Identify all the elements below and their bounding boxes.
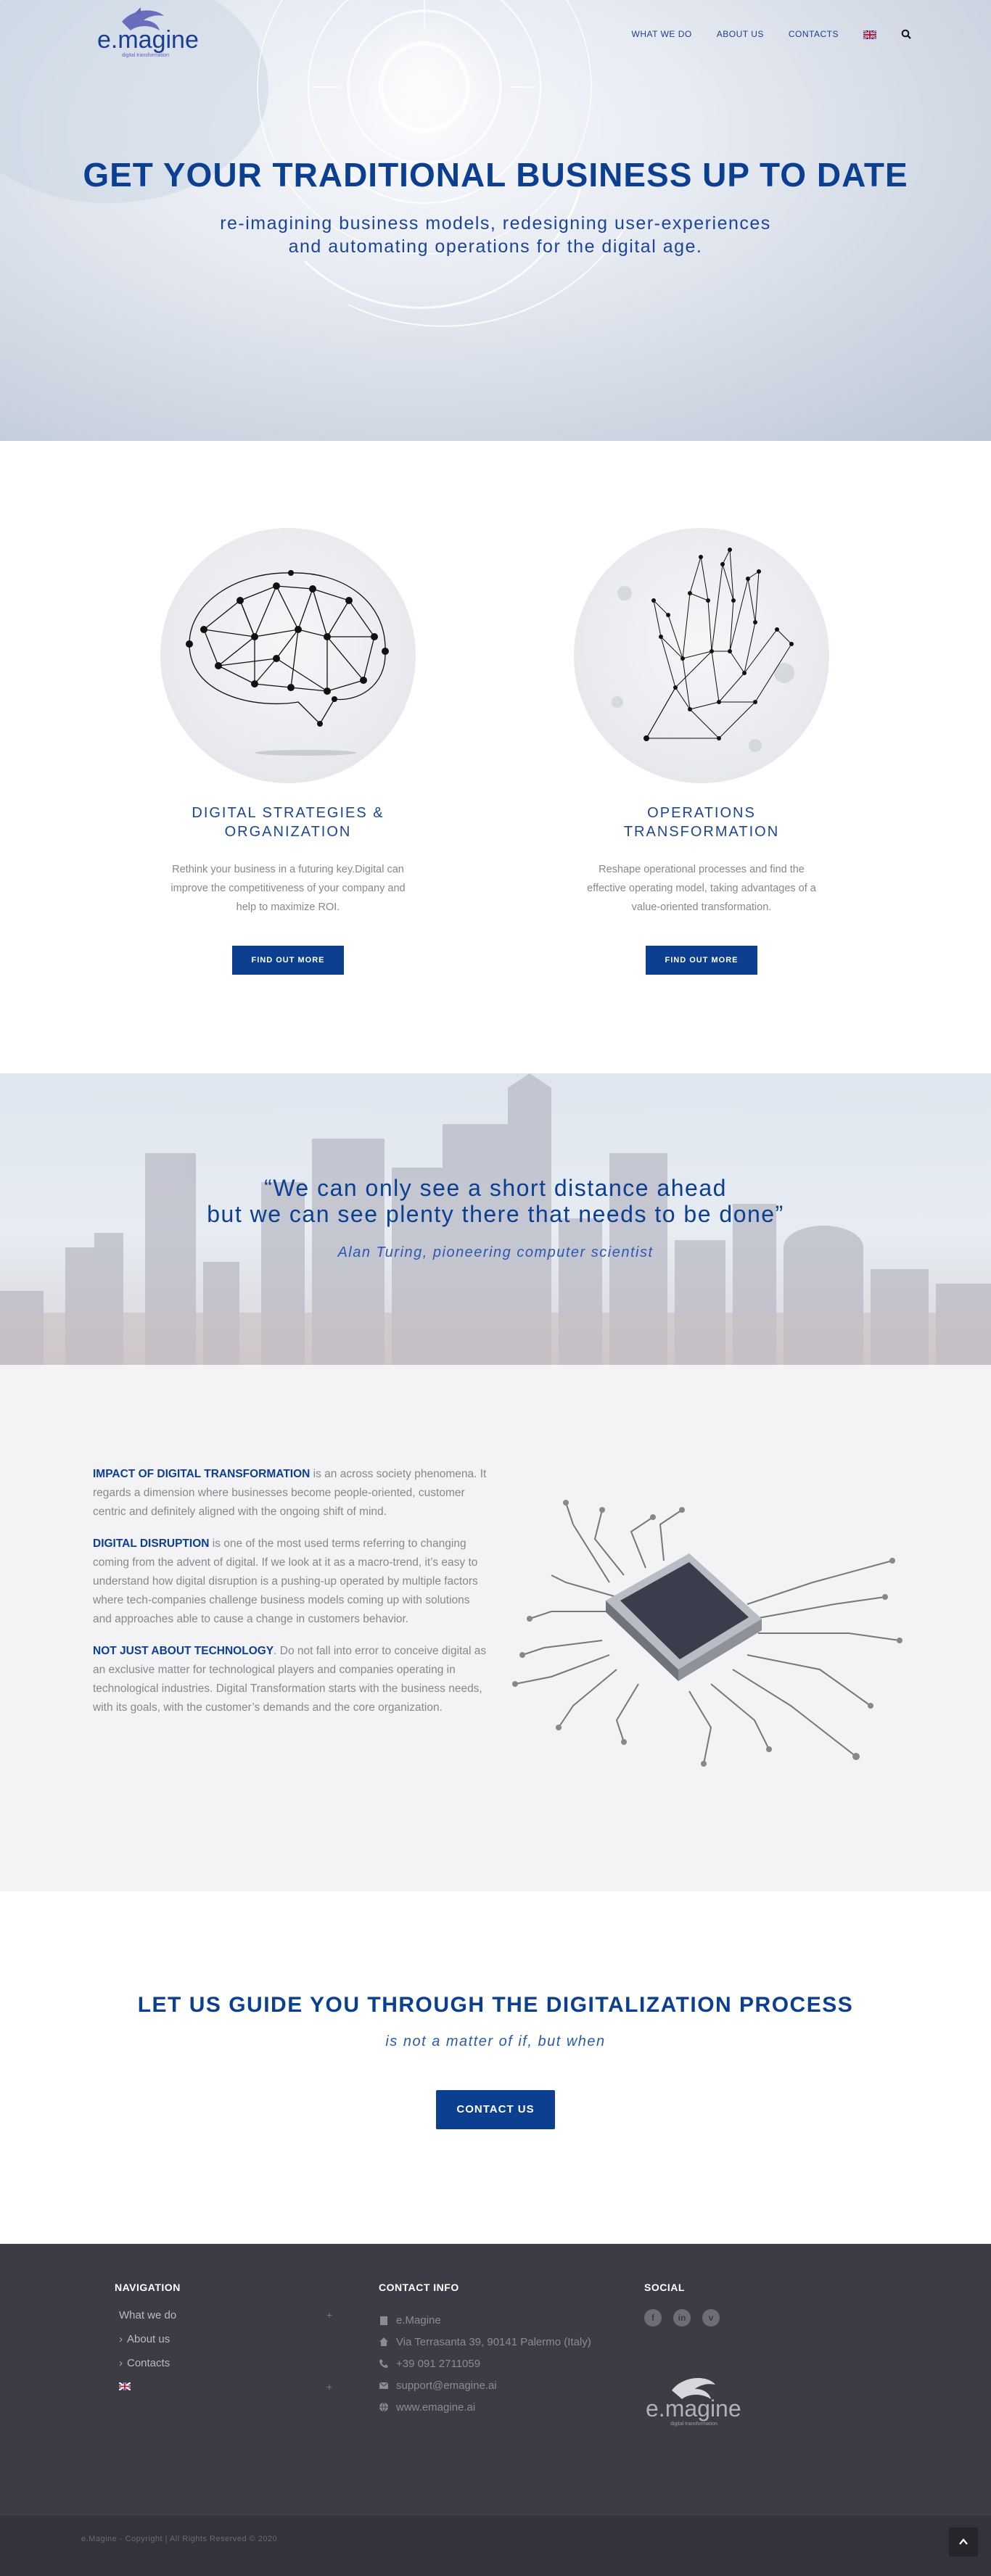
footer-contact-info: CONTACT INFO e.Magine Via Terrasanta 39,… — [379, 2282, 591, 2418]
hero-subtitle-line1: re-imagining business models, redesignin… — [220, 213, 771, 234]
footer-social: SOCIAL f in v — [644, 2282, 720, 2327]
phone-icon — [379, 2359, 388, 2368]
contact-email-text[interactable]: support@emagine.ai — [396, 2379, 497, 2392]
contact-email[interactable]: support@emagine.ai — [379, 2374, 591, 2396]
chevron-right-icon: › — [119, 2333, 123, 2345]
building-icon — [380, 2316, 387, 2325]
technology-paragraph: NOT JUST ABOUT TECHNOLOGY. Do not fall i… — [93, 1642, 488, 1717]
footer-navigation-title: NAVIGATION — [115, 2282, 181, 2293]
contact-web[interactable]: www.emagine.ai — [379, 2396, 591, 2418]
footer-navigation: NAVIGATION What we do + › About us › Contac… — [115, 2282, 332, 2405]
footer-nav-item-contacts[interactable]: › Contacts — [115, 2357, 332, 2381]
footer-social-title: SOCIAL — [644, 2282, 685, 2293]
impact-section: IMPACT OF DIGITAL TRANSFORMATION is an a… — [0, 1365, 991, 1891]
facebook-icon[interactable]: f — [644, 2309, 662, 2327]
dolphin-logo-icon: e.magine digital transformation — [646, 2377, 741, 2427]
service-title-line1: OPERATIONS — [647, 805, 756, 821]
nav-about-us[interactable]: ABOUT US — [717, 29, 764, 39]
plus-icon[interactable]: + — [326, 2309, 332, 2321]
contact-company-text: e.Magine — [396, 2313, 441, 2327]
quote-line1: “We can only see a short distance ahead — [264, 1175, 727, 1201]
microchip-image — [512, 1500, 902, 1767]
contact-phone-text: +39 091 2711059 — [396, 2357, 481, 2370]
footer-nav-label: What we do — [119, 2309, 177, 2321]
envelope-icon — [379, 2382, 389, 2389]
impact-heading: IMPACT OF DIGITAL TRANSFORMATION — [93, 1468, 311, 1480]
bottom-bar: e.Magine - Copyright | All Rights Reserv… — [0, 2516, 991, 2576]
search-icon[interactable] — [901, 29, 911, 39]
cta-tagline: is not a matter of if, but when — [385, 2034, 606, 2049]
impact-text: IMPACT OF DIGITAL TRANSFORMATION is an a… — [93, 1465, 488, 1730]
footer-contact-title: CONTACT INFO — [379, 2282, 459, 2293]
disruption-heading: DIGITAL DISRUPTION — [93, 1537, 210, 1550]
cta-title: LET US GUIDE YOU THROUGH THE DIGITALIZAT… — [137, 1993, 854, 2017]
find-out-more-button[interactable]: FIND OUT MORE — [646, 946, 757, 975]
quote-author: Alan Turing, pioneering computer scienti… — [337, 1244, 654, 1260]
brain-network-image — [160, 528, 416, 783]
plus-icon[interactable]: + — [326, 2381, 332, 2393]
contact-address-text: Via Terrasanta 39, 90141 Palermo (Italy) — [396, 2335, 591, 2348]
uk-flag-icon — [118, 2382, 131, 2391]
back-to-top-button[interactable] — [949, 2527, 978, 2556]
quote-section: “We can only see a short distance ahead … — [0, 1073, 991, 1365]
footer-logo[interactable]: e.magine digital transformation — [643, 2369, 759, 2434]
footer-nav-list: What we do + › About us › Contacts + — [115, 2309, 332, 2405]
footer-nav-item-about-us[interactable]: › About us — [115, 2333, 332, 2357]
technology-heading: NOT JUST ABOUT TECHNOLOGY — [93, 1645, 274, 1657]
chevron-right-icon: › — [119, 2357, 123, 2369]
chevron-up-icon — [959, 2538, 968, 2545]
copyright-text: e.Magine - Copyright | All Rights Reserv… — [81, 2535, 278, 2543]
footer-nav-label: Contacts — [127, 2357, 170, 2369]
service-title-line2: ORGANIZATION — [224, 824, 352, 840]
service-title-line1: DIGITAL STRATEGIES & — [192, 805, 385, 821]
find-out-more-button[interactable]: FIND OUT MORE — [232, 946, 344, 975]
cta-section: LET US GUIDE YOU THROUGH THE DIGITALIZAT… — [0, 1891, 991, 2244]
service-title-line2: TRANSFORMATION — [623, 824, 780, 840]
hand-network-image — [574, 528, 829, 783]
hero-subtitle-line2: and automating operations for the digita… — [288, 236, 703, 257]
quote-text: “We can only see a short distance ahead … — [0, 1175, 991, 1227]
hero-subtitle: re-imagining business models, redesignin… — [0, 212, 991, 258]
social-icons: f in v — [644, 2309, 720, 2327]
footer-nav-item-language[interactable]: + — [115, 2381, 332, 2405]
service-digital-strategies: DIGITAL STRATEGIES & ORGANIZATION Rethin… — [143, 528, 433, 975]
logo[interactable]: e.magine digital transformation — [93, 6, 209, 64]
home-icon — [379, 2337, 388, 2346]
service-title: OPERATIONS TRANSFORMATION — [556, 804, 847, 841]
brain-network-icon — [186, 570, 389, 756]
globe-icon — [379, 2402, 388, 2412]
footer-nav-label: About us — [127, 2333, 170, 2345]
services-section: DIGITAL STRATEGIES & ORGANIZATION Rethin… — [0, 441, 991, 1073]
impact-paragraph: IMPACT OF DIGITAL TRANSFORMATION is an a… — [93, 1465, 488, 1522]
contact-address: Via Terrasanta 39, 90141 Palermo (Italy) — [379, 2331, 591, 2353]
quote-line2: but we can see plenty there that needs t… — [207, 1201, 784, 1227]
service-title: DIGITAL STRATEGIES & ORGANIZATION — [143, 804, 433, 841]
contact-list: e.Magine Via Terrasanta 39, 90141 Palerm… — [379, 2309, 591, 2418]
hand-network-icon — [612, 548, 794, 752]
uk-flag-icon[interactable] — [863, 30, 877, 40]
service-text: Reshape operational processes and find t… — [587, 864, 816, 913]
svg-text:digital transformation: digital transformation — [122, 53, 169, 58]
nav-what-we-do[interactable]: WHAT WE DO — [632, 29, 692, 39]
contact-phone: +39 091 2711059 — [379, 2353, 591, 2374]
contact-company: e.Magine — [379, 2309, 591, 2331]
footer: NAVIGATION What we do + › About us › Contac… — [0, 2244, 991, 2516]
vimeo-icon[interactable]: v — [702, 2309, 720, 2327]
hero-title: GET YOUR TRADITIONAL BUSINESS UP TO DATE — [83, 156, 908, 194]
dolphin-logo-icon: e.magine digital transformation — [97, 7, 199, 58]
contact-us-button[interactable]: CONTACT US — [436, 2090, 555, 2129]
disruption-body: is one of the most used terms referring … — [93, 1537, 478, 1625]
service-operations-transformation: OPERATIONS TRANSFORMATION Reshape operat… — [556, 528, 847, 975]
main-nav: WHAT WE DO ABOUT US CONTACTS — [632, 29, 911, 40]
footer-nav-item-what-we-do[interactable]: What we do + — [115, 2309, 332, 2333]
linkedin-icon[interactable]: in — [673, 2309, 691, 2327]
svg-text:e.magine: e.magine — [97, 26, 199, 54]
contact-web-text[interactable]: www.emagine.ai — [396, 2401, 475, 2414]
service-text: Rethink your business in a futuring key.… — [170, 864, 406, 913]
nav-contacts[interactable]: CONTACTS — [789, 29, 839, 39]
disruption-paragraph: DIGITAL DISRUPTION is one of the most us… — [93, 1535, 488, 1629]
site-header: e.magine digital transformation WHAT WE … — [0, 0, 991, 73]
svg-text:e.magine: e.magine — [646, 2395, 741, 2422]
svg-text:digital transformation: digital transformation — [670, 2422, 717, 2427]
